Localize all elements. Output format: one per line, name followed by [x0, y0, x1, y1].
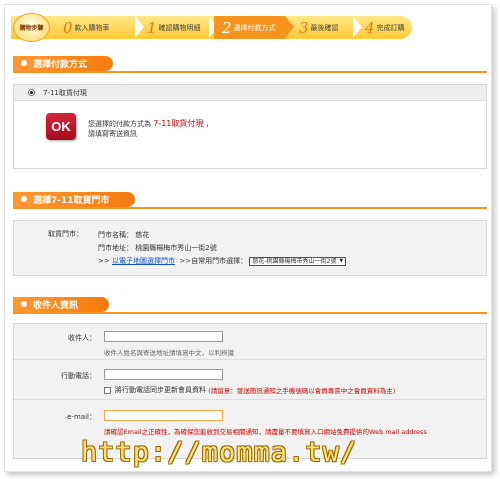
payment-message-prefix: 您選擇的付款方式為 [88, 120, 151, 128]
recipient-email-label: e-mail： [67, 413, 96, 421]
payment-box: 7-11取貨付現 OK 您選擇的付款方式為 7-11取貨付現 ， 請填寫寄送資訊 [13, 84, 487, 169]
step-number: 3 [299, 18, 309, 37]
recipient-name-hint: 收件人姓名與寄送地址請填寫中文，以利辨識 [104, 349, 234, 357]
store-label: 取貨門市： [48, 230, 83, 238]
step-final-confirm: 3 最後確認 [291, 16, 355, 39]
recipient-email-warning: 請確認Email之正確性，為確保您能收到交易相關通知，請盡量不要填寫入口網站免費… [104, 428, 427, 436]
sync-phone-option[interactable]: 將行動電話同步更新會員資料 (請留意：發送簡訊通知之手機號碼以會員專區中之會員資… [104, 385, 395, 395]
chevron-down-icon: ▼ [339, 257, 344, 264]
payment-message-method: 7-11取貨付現 [153, 119, 204, 128]
step-label: 款入購物車 [74, 23, 110, 32]
map-prefix: >> [98, 257, 110, 265]
step-payment-method: 2 選擇付款方式 [214, 16, 285, 39]
recipient-email-row: e-mail： 請確認Email之正確性，為確保您能收到交易相關通知，請盡量不要… [14, 400, 486, 436]
recipient-name-input[interactable] [104, 331, 223, 342]
store-details: 門市名稱： 慈花 門市地址： 桃園縣楊梅市秀山一街2號 >> 以電子地圖選擇門市… [98, 229, 347, 268]
common-store-prefix: >>自常用門市選擇： [179, 257, 248, 265]
step-number: 2 [222, 18, 232, 37]
payment-message: 您選擇的付款方式為 7-11取貨付現 ， 請填寫寄送資訊 [88, 119, 213, 139]
step-confirm-items: 1 確認購物明細 [139, 16, 211, 39]
payment-option-row[interactable]: 7-11取貨付現 [14, 85, 486, 101]
store-name-key: 門市名稱： [98, 231, 133, 239]
common-store-selected: 慈花-桃園縣楊梅市秀山一街2號 [252, 257, 337, 265]
recipient-name-label: 收件人： [68, 334, 96, 342]
section-divider [13, 71, 487, 73]
section-divider [13, 207, 487, 209]
site-watermark: http://momma.tw/ [81, 437, 358, 468]
step-label: 確認購物明細 [158, 23, 201, 32]
checkout-page: 購物步驟 0 款入購物車 1 確認購物明細 2 選擇付款方式 3 最後確認 4 … [4, 4, 492, 472]
recipient-name-row: 收件人： 收件人姓名與寄送地址請填寫中文，以利辨識 [14, 324, 486, 360]
step-label: 完成訂購 [376, 23, 405, 32]
store-box: 取貨門市： 門市名稱： 慈花 門市地址： 桃園縣楊梅市秀山一街2號 >> 以電子… [13, 220, 487, 276]
map-select-link[interactable]: 以電子地圖選擇門市 [112, 257, 175, 265]
step-cart: 0 款入購物車 [55, 16, 135, 39]
step-complete: 4 完成訂購 [357, 16, 412, 39]
payment-option-radio[interactable] [28, 89, 35, 96]
sync-phone-checkbox[interactable] [104, 386, 111, 394]
recipient-phone-label: 行動電話： [61, 372, 96, 380]
common-store-select[interactable]: 慈花-桃園縣楊梅市秀山一街2號 ▼ [249, 256, 347, 266]
checkout-steps: 購物步驟 0 款入購物車 1 確認購物明細 2 選擇付款方式 3 最後確認 4 … [11, 13, 412, 42]
step-number: 0 [63, 18, 73, 37]
store-address-value: 桃園縣楊梅市秀山一街2號 [135, 244, 217, 252]
payment-option-label: 7-11取貨付現 [43, 88, 87, 97]
sync-phone-warning: (請留意：發送簡訊通知之手機號碼以會員專區中之會員資料為主) [208, 387, 396, 395]
recipient-section-title: 收件人資訊 [13, 297, 109, 312]
recipient-phone-row: 行動電話： 將行動電話同步更新會員資料 (請留意：發送簡訊通知之手機號碼以會員專… [14, 360, 486, 400]
section-divider [13, 312, 487, 314]
sync-phone-label: 將行動電話同步更新會員資料 [115, 386, 206, 394]
step-number: 1 [147, 18, 157, 37]
step-number: 4 [365, 18, 375, 37]
store-name-value: 慈花 [135, 231, 150, 239]
payment-section-title: 選擇付款方式 [13, 56, 113, 71]
payment-message-line2: 請填寫寄送資訊 [88, 130, 137, 138]
store-address-key: 門市地址： [98, 244, 133, 252]
step-label: 選擇付款方式 [233, 23, 276, 32]
step-label: 最後確認 [310, 23, 339, 32]
store-section-title: 選擇7-11取貨門市 [13, 192, 135, 207]
ok-mart-logo: OK [46, 113, 76, 140]
payment-message-suffix: ， [205, 120, 213, 128]
steps-badge: 購物步驟 [13, 13, 50, 42]
recipient-phone-input[interactable] [104, 369, 223, 380]
recipient-email-input[interactable] [104, 410, 223, 421]
